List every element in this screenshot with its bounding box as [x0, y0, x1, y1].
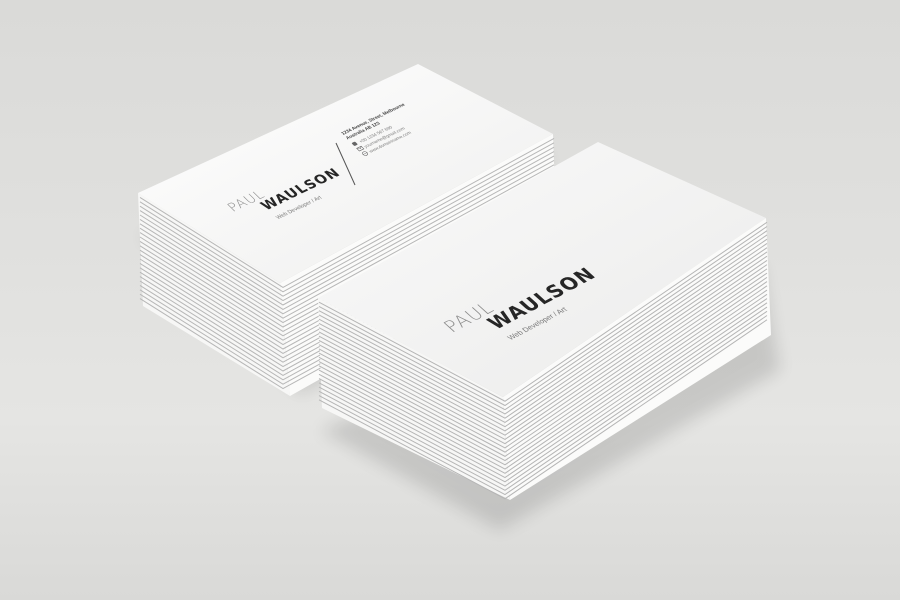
mockup-scene: PAUL WAULSON Web Developer / Art 1234 Av…: [138, 64, 780, 530]
